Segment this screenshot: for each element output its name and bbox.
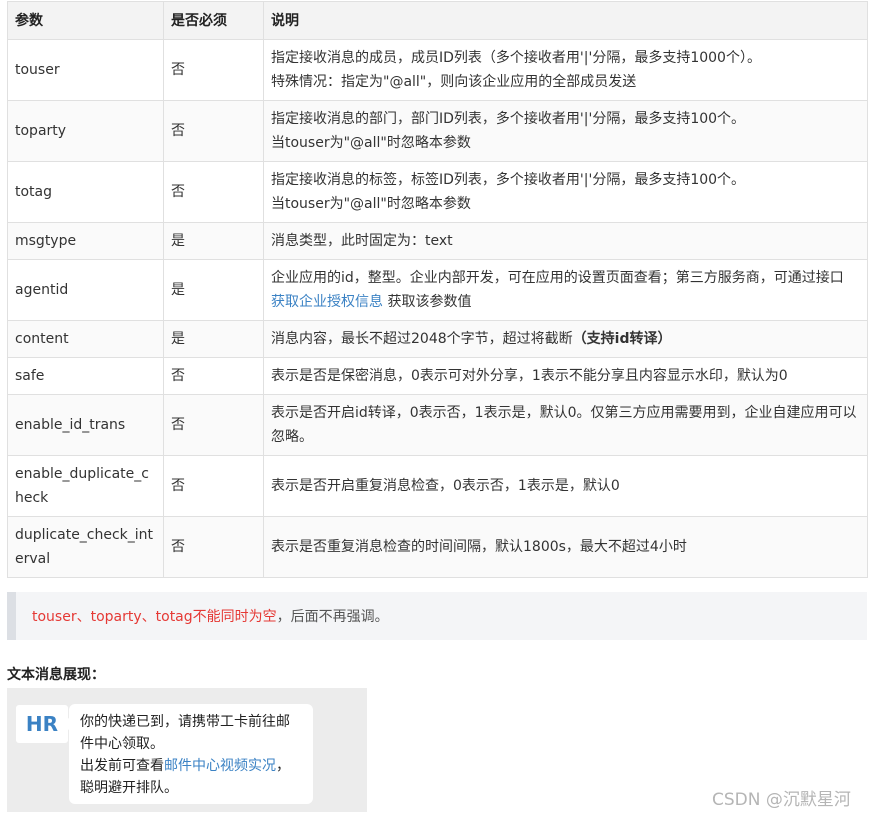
table-row: enable_duplicate_check 否 表示是否开启重复消息检查，0表… (7, 455, 868, 517)
param-required: 否 (163, 455, 264, 517)
param-required: 否 (163, 357, 264, 395)
table-row: enable_id_trans 否 表示是否开启id转译，0表示否，1表示是，默… (7, 394, 868, 456)
description-emphasis: （支持id转译） (572, 331, 672, 347)
description-line: 指定接收消息的标签，标签ID列表，多个接收者用'|'分隔，最多支持100个。 (271, 172, 746, 188)
description-line: 当touser为"@all"时忽略本参数 (271, 135, 471, 151)
description-text: 消息内容，最长不超过2048个字节，超过将截断 (271, 331, 573, 347)
param-name: toparty (7, 100, 164, 162)
param-required: 是 (163, 259, 264, 321)
mail-center-video-link[interactable]: 邮件中心视频实况 (164, 758, 276, 774)
param-required: 是 (163, 222, 264, 260)
param-name: enable_id_trans (7, 394, 164, 456)
description-line: 特殊情况：指定为"@all"，则向该企业应用的全部成员发送 (271, 74, 637, 90)
param-description: 消息类型，此时固定为：text (263, 222, 868, 260)
param-required: 否 (163, 394, 264, 456)
description-line: 指定接收消息的成员，成员ID列表（多个接收者用'|'分隔，最多支持1000个）。 (271, 50, 761, 66)
table-row: totag 否 指定接收消息的标签，标签ID列表，多个接收者用'|'分隔，最多支… (7, 161, 868, 223)
watermark: CSDN @沉默星河 (712, 790, 851, 810)
table-row: content 是 消息内容，最长不超过2048个字节，超过将截断（支持id转译… (7, 320, 868, 358)
description-text: 获取该参数值 (383, 294, 472, 310)
table-row: msgtype 是 消息类型，此时固定为：text (7, 222, 868, 260)
param-description: 企业应用的id，整型。企业内部开发，可在应用的设置页面查看；第三方服务商，可通过… (263, 259, 868, 321)
column-header-description: 说明 (263, 1, 868, 40)
param-name: duplicate_check_interval (7, 516, 164, 578)
column-header-required: 是否必须 (163, 1, 264, 40)
table-row: agentid 是 企业应用的id，整型。企业内部开发，可在应用的设置页面查看；… (7, 259, 868, 321)
table-row: touser 否 指定接收消息的成员，成员ID列表（多个接收者用'|'分隔，最多… (7, 39, 868, 101)
description-line: 指定接收消息的部门，部门ID列表，多个接收者用'|'分隔，最多支持100个。 (271, 111, 746, 127)
param-name: safe (7, 357, 164, 395)
param-description: 表示是否重复消息检查的时间间隔，默认1800s，最大不超过4小时 (263, 516, 868, 578)
param-description: 表示是否开启id转译，0表示否，1表示是，默认0。仅第三方应用需要用到，企业自建… (263, 394, 868, 456)
param-required: 否 (163, 161, 264, 223)
note-warning-text: touser、toparty、totag不能同时为空 (32, 609, 277, 625)
param-name: touser (7, 39, 164, 101)
param-required: 是 (163, 320, 264, 358)
section-title: 文本消息展现： (7, 667, 105, 683)
column-header-param: 参数 (7, 1, 164, 40)
table-header-row: 参数 是否必须 说明 (7, 1, 868, 40)
param-description: 指定接收消息的部门，部门ID列表，多个接收者用'|'分隔，最多支持100个。 当t… (263, 100, 868, 162)
message-bubble: 你的快递已到，请携带工卡前往邮件中心领取。 出发前可查看邮件中心视频实况，聪明避… (62, 704, 313, 804)
param-name: enable_duplicate_check (7, 455, 164, 517)
avatar: HR (16, 705, 68, 743)
note-text: ，后面不再强调。 (276, 609, 389, 625)
param-name: content (7, 320, 164, 358)
param-name: msgtype (7, 222, 164, 260)
table-row: toparty 否 指定接收消息的部门，部门ID列表，多个接收者用'|'分隔，最… (7, 100, 868, 162)
param-name: agentid (7, 259, 164, 321)
description-text: 企业应用的id，整型。企业内部开发，可在应用的设置页面查看；第三方服务商，可通过… (271, 270, 844, 286)
param-required: 否 (163, 516, 264, 578)
message-preview: HR 你的快递已到，请携带工卡前往邮件中心领取。 出发前可查看邮件中心视频实况，… (7, 688, 367, 812)
param-description: 指定接收消息的标签，标签ID列表，多个接收者用'|'分隔，最多支持100个。 当t… (263, 161, 868, 223)
param-description: 消息内容，最长不超过2048个字节，超过将截断（支持id转译） (263, 320, 868, 358)
param-description: 表示是否是保密消息，0表示可对外分享，1表示不能分享且内容显示水印，默认为0 (263, 357, 868, 395)
table-row: duplicate_check_interval 否 表示是否重复消息检查的时间… (7, 516, 868, 578)
param-name: totag (7, 161, 164, 223)
param-description: 表示是否开启重复消息检查，0表示否，1表示是，默认0 (263, 455, 868, 517)
param-description: 指定接收消息的成员，成员ID列表（多个接收者用'|'分隔，最多支持1000个）。… (263, 39, 868, 101)
param-required: 否 (163, 39, 264, 101)
message-text: 出发前可查看 (80, 758, 164, 774)
description-line: 当touser为"@all"时忽略本参数 (271, 196, 471, 212)
parameter-table: 参数 是否必须 说明 touser 否 指定接收消息的成员，成员ID列表（多个接… (7, 1, 868, 578)
note-callout: touser、toparty、totag不能同时为空 ，后面不再强调。 (7, 592, 867, 640)
param-required: 否 (163, 100, 264, 162)
message-line: 出发前可查看邮件中心视频实况，聪明避开排队。 (80, 755, 302, 799)
auth-info-link[interactable]: 获取企业授权信息 (271, 294, 383, 310)
table-row: safe 否 表示是否是保密消息，0表示可对外分享，1表示不能分享且内容显示水印… (7, 357, 868, 395)
message-line: 你的快递已到，请携带工卡前往邮件中心领取。 (80, 714, 290, 752)
